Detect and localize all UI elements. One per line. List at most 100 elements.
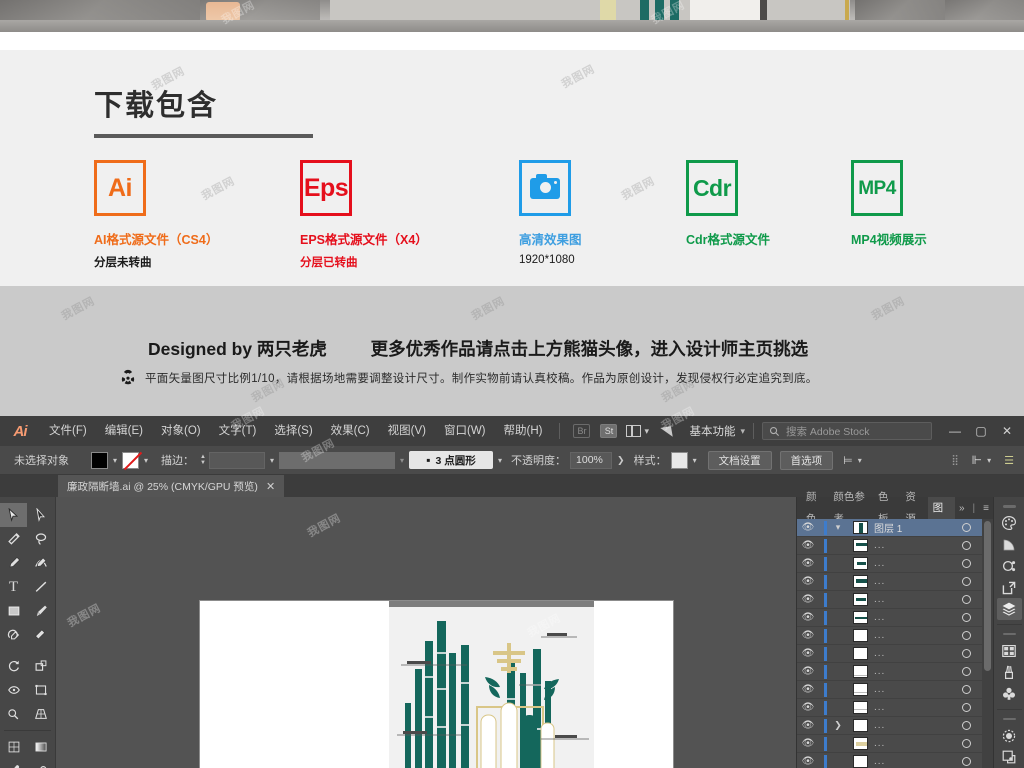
menu-view[interactable]: 视图(V) [379, 416, 435, 446]
layer-name[interactable]: ... [874, 540, 885, 551]
eye-icon[interactable]: 👁 [797, 612, 819, 623]
tab-layers[interactable]: 图层 [927, 497, 955, 536]
panel-overflow-icon[interactable]: » [955, 503, 969, 514]
layers-scrollbar[interactable] [982, 519, 993, 768]
scale-tool[interactable] [27, 654, 54, 678]
chevron-down-icon[interactable]: ▾ [740, 426, 745, 437]
menu-window[interactable]: 窗口(W) [435, 416, 495, 446]
fill-color-swatch[interactable] [91, 451, 108, 469]
transform-grid-icon[interactable]: ⣿ [951, 455, 959, 466]
artboards-icon[interactable] [997, 640, 1022, 661]
dock-grip[interactable] [1002, 505, 1016, 508]
layers-panel-icon[interactable] [996, 598, 1022, 620]
graphic-style-swatch[interactable] [670, 451, 688, 469]
chevron-down-icon[interactable]: ▾ [113, 456, 117, 465]
dock-grip[interactable] [1002, 717, 1016, 721]
layer-name[interactable]: ... [874, 738, 885, 749]
layer-target-icon[interactable] [962, 559, 971, 568]
arrange-documents-button[interactable]: ▾ [626, 425, 649, 437]
layer-row[interactable]: 👁... [797, 627, 993, 645]
close-button[interactable]: ✕ [994, 424, 1020, 438]
eye-icon[interactable]: 👁 [797, 558, 819, 569]
layer-target-icon[interactable] [962, 667, 971, 676]
stroke-weight-input[interactable] [208, 451, 265, 469]
blend-tool[interactable] [27, 759, 54, 768]
layer-name[interactable]: ... [874, 756, 885, 767]
eye-icon[interactable]: 👁 [797, 630, 819, 641]
layer-target-icon[interactable] [962, 757, 971, 766]
chevron-down-icon[interactable]: ▾ [270, 456, 274, 465]
layer-row[interactable]: 👁... [797, 591, 993, 609]
menu-effect[interactable]: 效果(C) [322, 416, 379, 446]
shape-builder-tool[interactable] [0, 702, 27, 726]
type-tool[interactable]: T [0, 575, 27, 599]
layers-panel-list[interactable]: 👁 ▾ 图层 1 👁... 👁... 👁... 👁... 👁... 👁... 👁… [797, 519, 993, 768]
eye-icon[interactable]: 👁 [797, 522, 819, 533]
align-icon[interactable]: ⊨ [843, 454, 853, 467]
layer-name[interactable]: ... [874, 594, 885, 605]
minimize-button[interactable]: — [942, 424, 968, 438]
color-panel-icon[interactable] [997, 513, 1022, 534]
layer-name[interactable]: ... [874, 702, 885, 713]
chevron-down-icon[interactable]: ▾ [858, 456, 862, 465]
preferences-button[interactable]: 首选项 [779, 450, 834, 470]
layer-target-icon[interactable] [962, 541, 971, 550]
free-transform-tool[interactable] [27, 678, 54, 702]
layer-name[interactable]: ... [874, 720, 885, 731]
stroke-color-swatch[interactable] [122, 451, 140, 469]
layer-target-icon[interactable] [962, 649, 971, 658]
selection-tool[interactable] [0, 503, 27, 527]
transform-icon[interactable] [997, 577, 1022, 598]
pen-tool[interactable] [0, 551, 27, 575]
stroke-stepper[interactable]: ▲ ▼ [200, 454, 206, 466]
layer-name[interactable]: ... [874, 666, 885, 677]
appearance-icon[interactable] [997, 725, 1022, 746]
chevron-right-icon[interactable]: ❯ [827, 720, 849, 731]
chevron-down-icon[interactable]: ▾ [400, 456, 404, 465]
chevron-down-icon[interactable]: ▾ [144, 456, 148, 465]
layer-target-icon[interactable] [962, 721, 971, 730]
chevron-down-icon[interactable]: ▾ [498, 456, 502, 465]
layer-name[interactable]: 图层 1 [874, 520, 902, 535]
maximize-button[interactable]: ▢ [968, 424, 994, 438]
layer-row[interactable]: 👁... [797, 537, 993, 555]
variable-width-profile-dropdown[interactable]: ▪ 3 点圆形 [409, 451, 494, 469]
layer-target-icon[interactable] [962, 613, 971, 622]
eye-icon[interactable]: 👁 [797, 594, 819, 605]
perspective-grid-tool[interactable] [27, 702, 54, 726]
rectangle-tool[interactable] [0, 599, 27, 623]
artboard[interactable] [199, 600, 674, 768]
brushes-icon[interactable] [997, 662, 1022, 683]
chevron-down-icon[interactable]: ▾ [693, 456, 697, 465]
eye-icon[interactable]: 👁 [797, 720, 819, 731]
layer-row-parent[interactable]: 👁 ▾ 图层 1 [797, 519, 993, 537]
menu-type[interactable]: 文字(T) [210, 416, 266, 446]
layer-target-icon[interactable] [962, 739, 971, 748]
panel-menu-icon[interactable]: ☰ [1004, 454, 1014, 467]
layer-row[interactable]: 👁... [797, 663, 993, 681]
layer-target-icon[interactable] [962, 685, 971, 694]
symbols-icon[interactable] [997, 683, 1022, 704]
menu-file[interactable]: 文件(F) [40, 416, 96, 446]
chevron-down-icon[interactable]: ▾ [827, 522, 849, 533]
layer-row[interactable]: 👁... [797, 735, 993, 753]
layer-row[interactable]: 👁... [797, 681, 993, 699]
menu-object[interactable]: 对象(O) [152, 416, 210, 446]
layer-name[interactable]: ... [874, 648, 885, 659]
eye-icon[interactable]: 👁 [797, 756, 819, 767]
dock-grip[interactable] [1002, 632, 1016, 636]
layer-target-icon[interactable] [962, 703, 971, 712]
brush-definition-dropdown[interactable] [279, 451, 395, 469]
stock-search-input[interactable]: 搜索 Adobe Stock [762, 422, 932, 440]
eraser-tool[interactable] [27, 623, 54, 647]
canvas-area[interactable]: 我图网 我图网 我图网 [56, 497, 796, 768]
layer-target-icon[interactable] [962, 577, 971, 586]
menu-help[interactable]: 帮助(H) [495, 416, 552, 446]
eye-icon[interactable]: 👁 [797, 702, 819, 713]
layer-name[interactable]: ... [874, 630, 885, 641]
chevron-down-icon[interactable]: ▾ [987, 456, 991, 465]
rotate-tool[interactable] [0, 654, 27, 678]
lasso-tool[interactable] [27, 527, 54, 551]
layer-name[interactable]: ... [874, 612, 885, 623]
layer-row[interactable]: 👁... [797, 753, 993, 768]
